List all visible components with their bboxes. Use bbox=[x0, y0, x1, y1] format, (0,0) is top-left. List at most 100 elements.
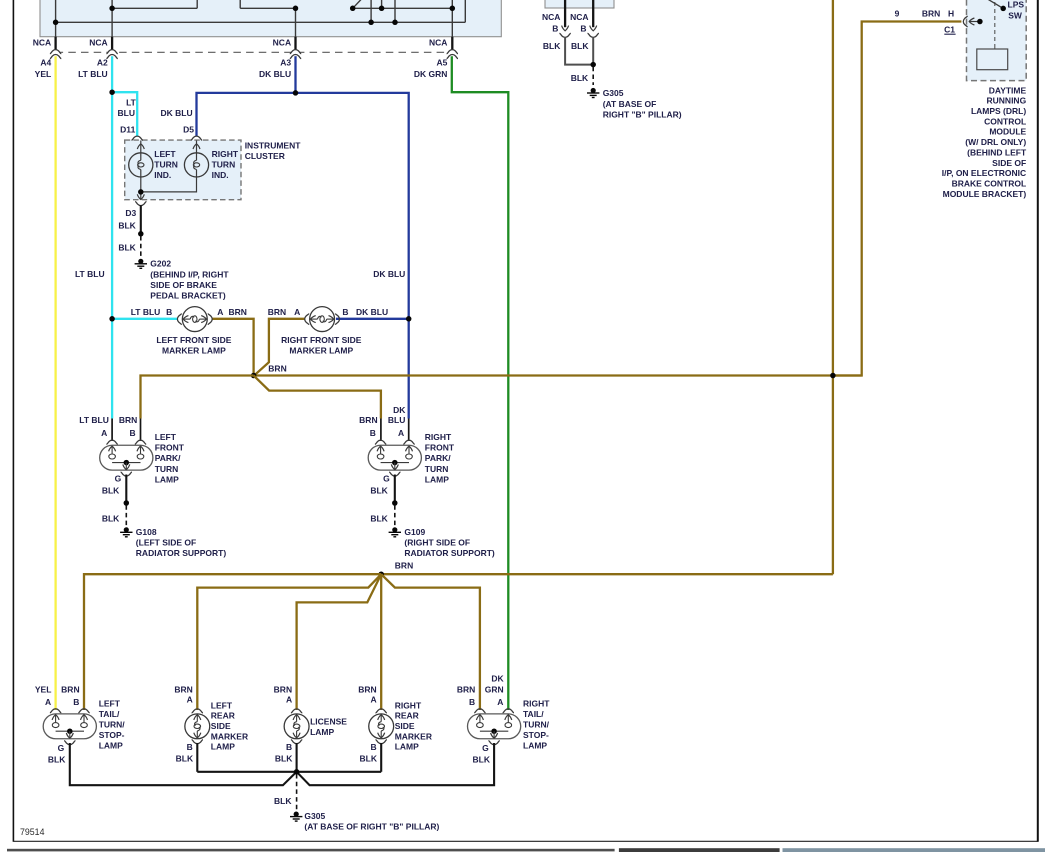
svg-text:RUNNING: RUNNING bbox=[987, 96, 1027, 106]
svg-text:RIGHT: RIGHT bbox=[395, 700, 422, 710]
svg-text:BLK: BLK bbox=[102, 514, 120, 524]
svg-text:SIDE: SIDE bbox=[211, 721, 231, 731]
svg-text:DK BLU: DK BLU bbox=[160, 108, 192, 118]
svg-text:A: A bbox=[101, 428, 107, 438]
svg-text:(AT BASE OF RIGHT "B" PILLAR): (AT BASE OF RIGHT "B" PILLAR) bbox=[304, 822, 439, 832]
svg-text:LT BLU: LT BLU bbox=[131, 307, 161, 317]
svg-text:BRN: BRN bbox=[359, 415, 377, 425]
svg-text:BLK: BLK bbox=[176, 754, 194, 764]
svg-text:(RIGHT SIDE OF: (RIGHT SIDE OF bbox=[404, 537, 470, 547]
svg-text:B: B bbox=[370, 428, 376, 438]
svg-text:NCA: NCA bbox=[570, 12, 588, 22]
svg-text:BLK: BLK bbox=[370, 485, 388, 495]
svg-text:LEFT: LEFT bbox=[99, 699, 121, 709]
svg-text:LEFT: LEFT bbox=[154, 149, 176, 159]
svg-text:REAR: REAR bbox=[395, 711, 419, 721]
svg-text:G108: G108 bbox=[136, 527, 157, 537]
svg-text:I/P, ON ELECTRONIC: I/P, ON ELECTRONIC bbox=[942, 168, 1026, 178]
svg-text:BLK: BLK bbox=[543, 41, 561, 51]
svg-text:MARKER LAMP: MARKER LAMP bbox=[162, 346, 226, 356]
svg-text:NCA: NCA bbox=[89, 37, 107, 47]
svg-text:MODULE: MODULE bbox=[989, 127, 1026, 137]
svg-text:RIGHT "B" PILLAR): RIGHT "B" PILLAR) bbox=[603, 109, 682, 119]
svg-text:SW: SW bbox=[1008, 11, 1023, 21]
svg-text:D3: D3 bbox=[125, 208, 136, 218]
svg-text:A3: A3 bbox=[280, 58, 291, 68]
svg-text:TURN/: TURN/ bbox=[99, 720, 126, 730]
svg-text:B: B bbox=[469, 697, 475, 707]
svg-text:BLK: BLK bbox=[360, 754, 378, 764]
svg-text:RIGHT: RIGHT bbox=[425, 432, 452, 442]
svg-text:TURN: TURN bbox=[425, 464, 449, 474]
svg-text:A: A bbox=[217, 307, 223, 317]
svg-text:MARKER: MARKER bbox=[395, 731, 432, 741]
svg-text:DK: DK bbox=[491, 673, 504, 683]
svg-text:B: B bbox=[129, 428, 135, 438]
svg-text:BLK: BLK bbox=[102, 485, 120, 495]
svg-text:B: B bbox=[342, 307, 348, 317]
svg-text:A: A bbox=[45, 697, 51, 707]
svg-text:G: G bbox=[482, 743, 489, 753]
svg-text:DAYTIME: DAYTIME bbox=[989, 85, 1027, 95]
svg-text:RIGHT: RIGHT bbox=[212, 149, 239, 159]
svg-text:(LEFT SIDE OF: (LEFT SIDE OF bbox=[136, 537, 196, 547]
svg-text:LAMP: LAMP bbox=[395, 742, 419, 752]
svg-text:G109: G109 bbox=[404, 527, 425, 537]
svg-text:LT BLU: LT BLU bbox=[79, 415, 109, 425]
svg-text:BLU: BLU bbox=[118, 108, 135, 118]
svg-text:LEFT FRONT SIDE: LEFT FRONT SIDE bbox=[156, 335, 231, 345]
svg-text:BLK: BLK bbox=[473, 755, 491, 765]
svg-text:RADIATOR SUPPORT): RADIATOR SUPPORT) bbox=[404, 548, 495, 558]
svg-text:BLK: BLK bbox=[274, 796, 292, 806]
svg-text:PEDAL BRACKET): PEDAL BRACKET) bbox=[150, 291, 226, 301]
svg-text:D5: D5 bbox=[183, 124, 194, 134]
svg-text:BLK: BLK bbox=[118, 220, 136, 230]
svg-text:BRN: BRN bbox=[358, 685, 376, 695]
svg-text:BLU: BLU bbox=[388, 415, 405, 425]
svg-text:D11: D11 bbox=[120, 124, 135, 134]
svg-text:TURN/: TURN/ bbox=[523, 720, 550, 730]
svg-text:LAMP: LAMP bbox=[155, 475, 179, 485]
svg-text:A: A bbox=[286, 695, 292, 705]
svg-text:B: B bbox=[73, 697, 79, 707]
svg-text:YEL: YEL bbox=[35, 685, 52, 695]
svg-text:BLK: BLK bbox=[571, 41, 589, 51]
svg-text:TAIL/: TAIL/ bbox=[99, 709, 120, 719]
svg-text:DK GRN: DK GRN bbox=[414, 69, 448, 79]
svg-text:B: B bbox=[580, 24, 586, 34]
svg-text:LPS: LPS bbox=[1008, 0, 1025, 10]
svg-text:BLK: BLK bbox=[571, 73, 589, 83]
svg-text:IND.: IND. bbox=[212, 170, 229, 180]
svg-text:LAMP: LAMP bbox=[425, 475, 449, 485]
svg-text:LT: LT bbox=[126, 97, 137, 107]
svg-text:A: A bbox=[398, 428, 404, 438]
svg-text:LAMP: LAMP bbox=[99, 741, 123, 751]
svg-text:G: G bbox=[383, 474, 390, 484]
svg-text:LAMP: LAMP bbox=[523, 741, 547, 751]
svg-text:BRAKE CONTROL: BRAKE CONTROL bbox=[952, 178, 1027, 188]
svg-text:A: A bbox=[371, 695, 377, 705]
svg-text:RIGHT: RIGHT bbox=[523, 699, 550, 709]
svg-text:LT BLU: LT BLU bbox=[75, 269, 105, 279]
svg-text:YEL: YEL bbox=[35, 69, 52, 79]
svg-text:DK BLU: DK BLU bbox=[356, 307, 388, 317]
svg-text:G305: G305 bbox=[304, 811, 325, 821]
svg-text:NCA: NCA bbox=[33, 37, 51, 47]
svg-text:TURN: TURN bbox=[154, 160, 178, 170]
svg-text:A5: A5 bbox=[437, 58, 448, 68]
svg-text:DK BLU: DK BLU bbox=[259, 69, 291, 79]
svg-text:BLK: BLK bbox=[118, 243, 136, 253]
svg-text:BRN: BRN bbox=[457, 685, 475, 695]
svg-text:A: A bbox=[187, 695, 193, 705]
svg-text:A4: A4 bbox=[40, 58, 51, 68]
svg-text:STOP-: STOP- bbox=[99, 730, 125, 740]
svg-text:LT BLU: LT BLU bbox=[78, 69, 108, 79]
svg-text:BRN: BRN bbox=[229, 307, 247, 317]
svg-text:NCA: NCA bbox=[429, 37, 447, 47]
svg-text:B: B bbox=[286, 742, 292, 752]
svg-text:CLUSTER: CLUSTER bbox=[245, 151, 285, 161]
svg-text:B: B bbox=[187, 742, 193, 752]
svg-text:A2: A2 bbox=[97, 58, 108, 68]
svg-text:PARK/: PARK/ bbox=[155, 453, 181, 463]
svg-text:LEFT: LEFT bbox=[155, 432, 177, 442]
